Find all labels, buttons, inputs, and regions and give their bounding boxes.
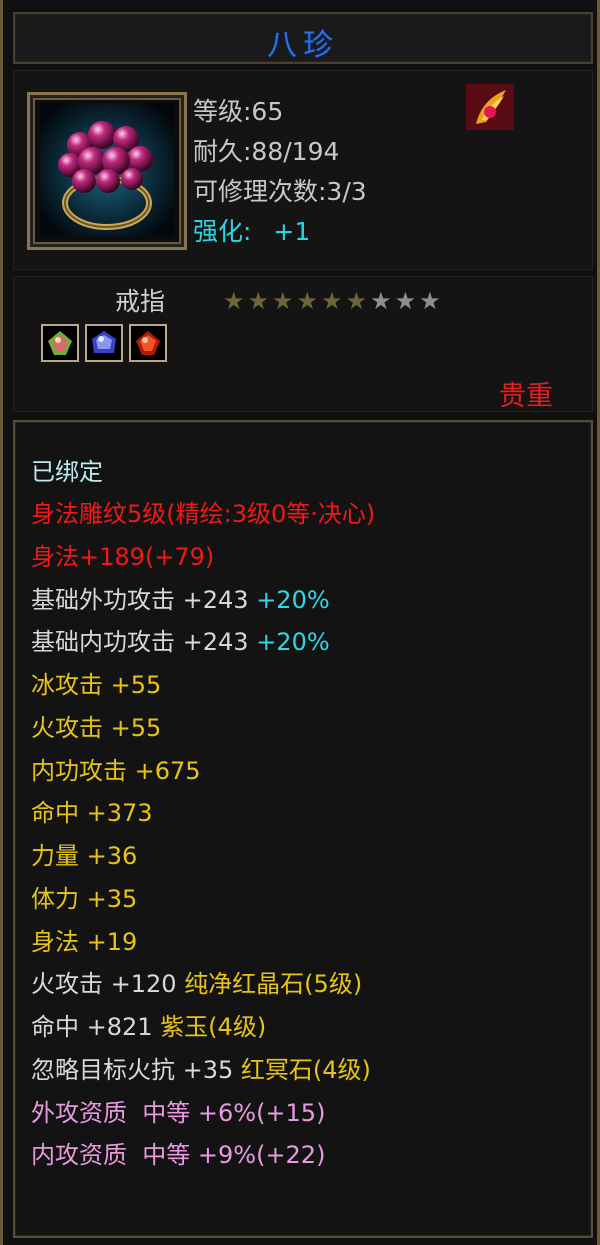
- stat-text: 基础内功攻击 +243: [31, 628, 249, 656]
- stat-text: 火攻击 +120: [31, 970, 177, 998]
- blue-gem-icon: [92, 331, 116, 353]
- gem-slot[interactable]: [85, 324, 123, 362]
- item-tooltip: 八珍 等级:65 耐久:88/194 可修理次数:3/3 强化: +1 戒指 ★…: [0, 0, 600, 1245]
- gem-slots: [41, 324, 173, 366]
- hit: 命中 +373: [31, 799, 153, 827]
- gem-bonus-2: 命中 +821 紫玉(4级): [31, 1007, 266, 1042]
- red-gem-icon: [136, 331, 160, 355]
- gem-name: 红冥石(4级): [240, 1056, 371, 1084]
- enhance-label: 强化:: [193, 217, 252, 246]
- gem-name: 纯净红晶石(5级): [184, 970, 363, 998]
- gem-bonus-3: 忽略目标火抗 +35 红冥石(4级): [31, 1050, 371, 1085]
- item-level: 等级:65: [193, 97, 284, 126]
- int-attack-quality: 内攻资质 中等 +9%(+22): [31, 1141, 326, 1169]
- gem-bonus-1: 火攻击 +120 纯净红晶石(5级): [31, 964, 362, 999]
- stat-text: 忽略目标火抗 +35: [31, 1056, 234, 1084]
- star-icon: ★: [370, 287, 395, 315]
- item-name: 八珍: [267, 28, 339, 63]
- base-ext-attack: 基础外功攻击 +243 +20%: [31, 580, 330, 615]
- star-icon: ★: [272, 287, 297, 315]
- star-rating: ★★★★★★★★★: [223, 287, 444, 315]
- gem-slot[interactable]: [129, 324, 167, 362]
- fire-attack: 火攻击 +55: [31, 714, 162, 742]
- base-int-attack: 基础内功攻击 +243 +20%: [31, 622, 330, 657]
- enhance-level: 强化: +1: [193, 212, 310, 248]
- internal-attack: 内功攻击 +675: [31, 757, 201, 785]
- gem-slot[interactable]: [41, 324, 79, 362]
- stamina: 体力 +35: [31, 885, 138, 913]
- star-icon: ★: [419, 287, 444, 315]
- strength: 力量 +36: [31, 842, 138, 870]
- class-emblem-icon: [466, 84, 514, 130]
- item-type: 戒指: [115, 287, 166, 316]
- stat-text: 命中 +821: [31, 1013, 153, 1041]
- bound-status: 已绑定: [31, 458, 103, 486]
- title-bar: 八珍: [13, 12, 593, 64]
- item-durability: 耐久:88/194: [193, 137, 340, 166]
- star-icon: ★: [321, 287, 346, 315]
- enhance-value: +1: [273, 217, 311, 246]
- stat-bonus: +20%: [256, 586, 330, 614]
- star-icon: ★: [345, 287, 371, 315]
- ice-attack: 冰攻击 +55: [31, 671, 162, 699]
- star-icon: ★: [296, 287, 322, 315]
- agility-total: 身法+189(+79): [31, 543, 215, 571]
- star-icon: ★: [394, 287, 420, 315]
- ring-icon: [40, 103, 174, 237]
- star-icon: ★: [223, 287, 248, 315]
- rarity-label: 贵重: [499, 381, 553, 412]
- ring-item-icon: [27, 92, 187, 250]
- engrave-line: 身法雕纹5级(精绘:3级0等·决心): [31, 500, 376, 528]
- stat-bonus: +20%: [256, 628, 330, 656]
- stat-text: 基础外功攻击 +243: [31, 586, 249, 614]
- repair-count: 可修理次数:3/3: [193, 177, 367, 206]
- green-gem-icon: [48, 331, 72, 355]
- ext-attack-quality: 外攻资质 中等 +6%(+15): [31, 1099, 326, 1127]
- agility: 身法 +19: [31, 928, 138, 956]
- star-icon: ★: [247, 287, 273, 315]
- gem-name: 紫玉(4级): [160, 1013, 267, 1041]
